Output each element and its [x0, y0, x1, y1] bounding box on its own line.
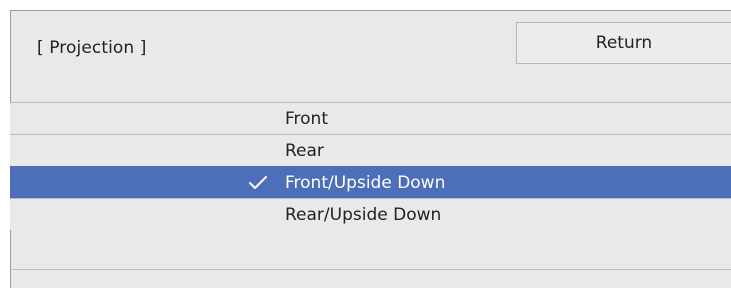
list-bottom-divider — [10, 269, 731, 270]
option-label: Front/Upside Down — [285, 173, 446, 193]
projection-options-list: Front Rear Front/Upside Down Rear/Upside… — [10, 102, 731, 230]
option-front[interactable]: Front — [10, 102, 731, 134]
option-label: Rear/Upside Down — [285, 205, 442, 225]
option-rear-upside-down[interactable]: Rear/Upside Down — [10, 198, 731, 230]
option-rear[interactable]: Rear — [10, 134, 731, 166]
option-label: Rear — [285, 141, 324, 161]
page-title: [ Projection ] — [37, 38, 147, 58]
option-label: Front — [285, 109, 328, 129]
check-icon — [249, 176, 267, 189]
projection-menu-panel: [ Projection ] Return Front Rear Front/U… — [10, 10, 731, 288]
option-front-upside-down[interactable]: Front/Upside Down — [10, 166, 731, 198]
menu-header: [ Projection ] Return — [11, 11, 731, 100]
return-button[interactable]: Return — [516, 22, 731, 64]
